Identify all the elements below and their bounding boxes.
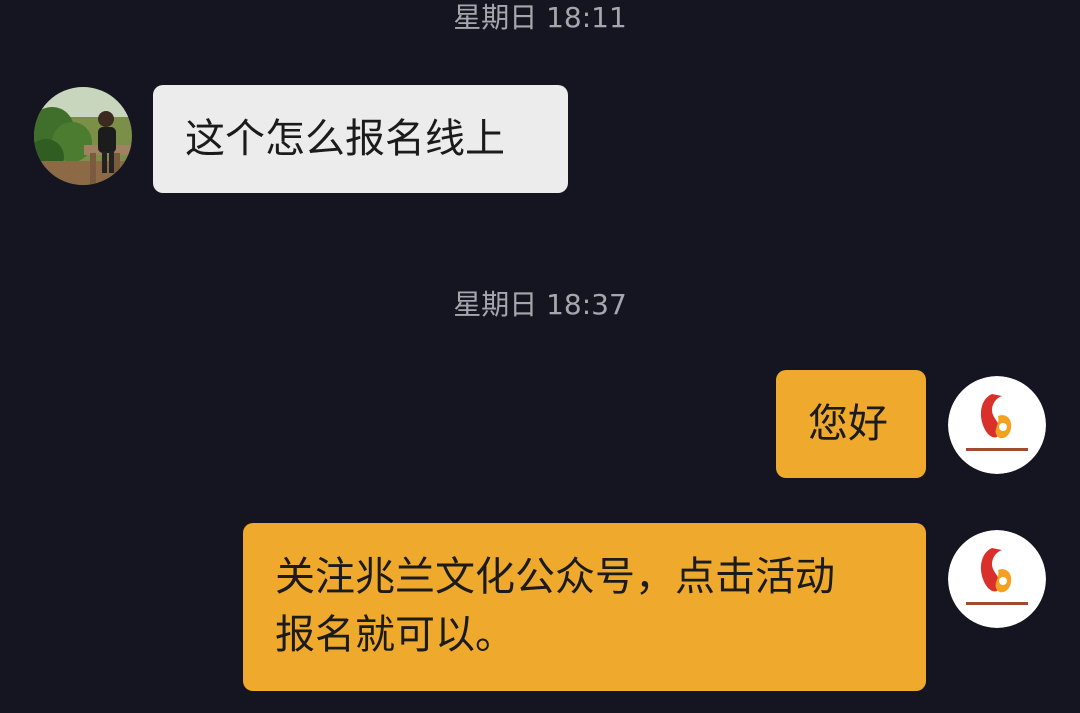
timestamp: 星期日 18:37 (453, 288, 627, 321)
org-logo-icon (948, 530, 1046, 628)
org-logo-icon (948, 376, 1046, 474)
message-bubble-incoming[interactable]: 这个怎么报名线上 (153, 85, 568, 193)
org-avatar[interactable] (948, 376, 1046, 474)
org-avatar[interactable] (948, 530, 1046, 628)
user-avatar[interactable] (34, 87, 132, 185)
timestamp: 星期日 18:11 (453, 1, 627, 34)
message-bubble-outgoing[interactable]: 您好 (776, 370, 926, 478)
message-bubble-outgoing[interactable]: 关注兆兰文化公众号，点击活动 报名就可以。 (243, 523, 926, 691)
user-photo-icon (34, 87, 132, 185)
